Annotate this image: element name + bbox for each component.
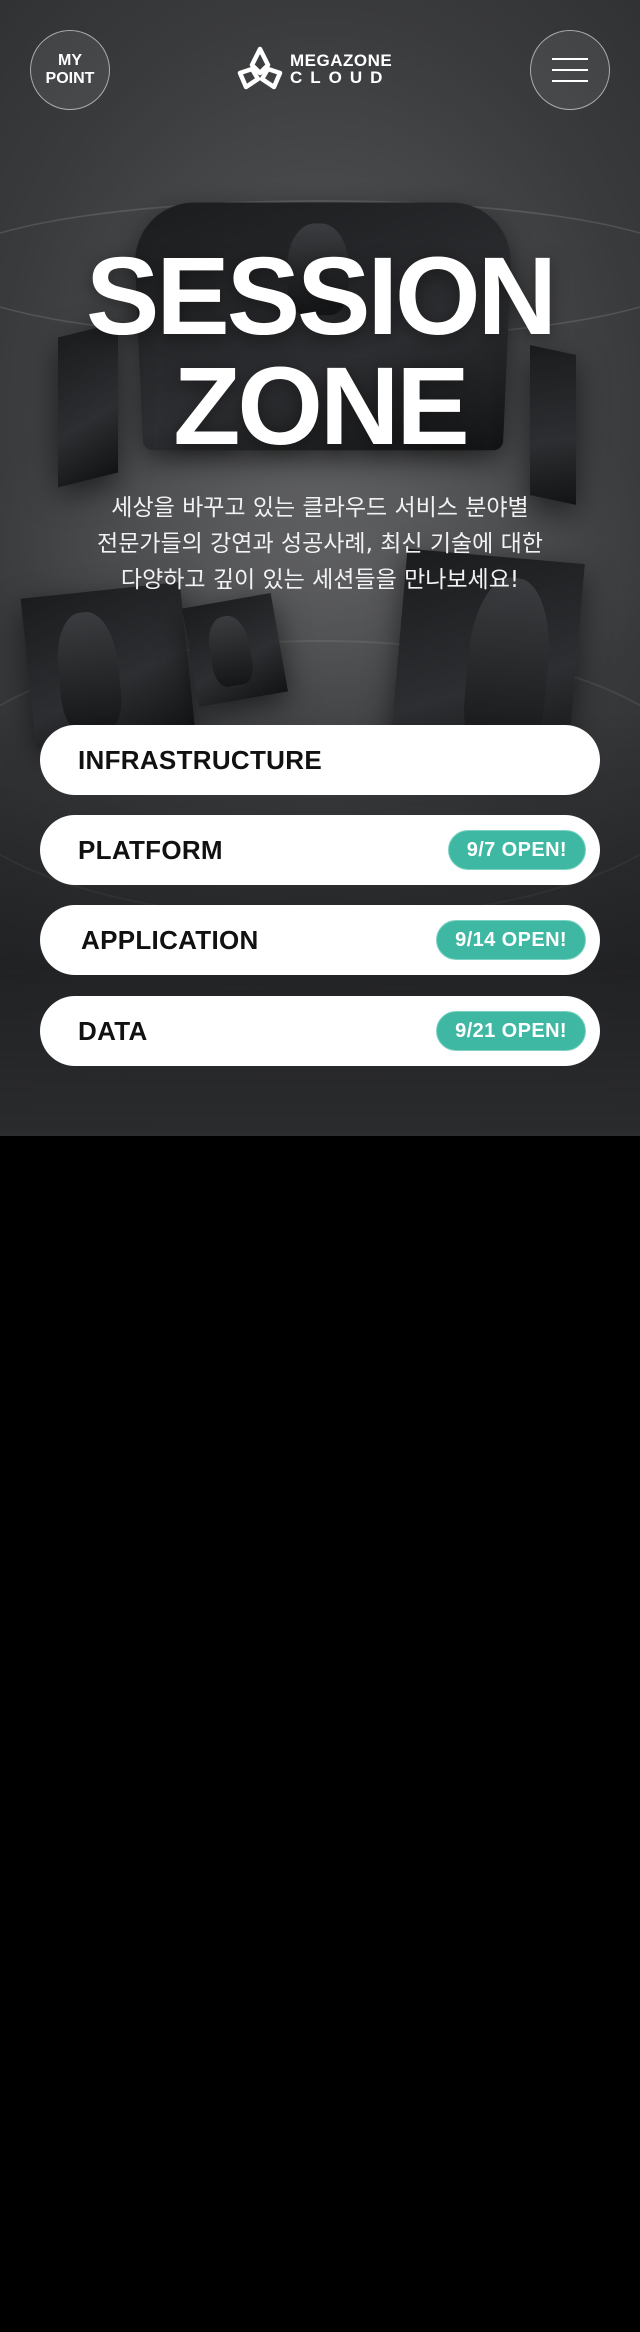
page-title-line1: SESSION: [85, 235, 557, 358]
hamburger-menu-icon: [552, 80, 588, 82]
video-screen-image: [182, 592, 288, 708]
hero-description-line: 다양하고 깊이 있는 세션들을 만나보세요!: [120, 567, 520, 593]
my-point-button[interactable]: MY POINT: [30, 30, 110, 110]
open-date-badge: 9/7 OPEN!: [447, 830, 586, 870]
hero-description: 세상을 바꾸고 있는 클라우드 서비스 분야별 전문가들의 강연과 성공사례, …: [60, 490, 580, 598]
hero-section: MY POINT MEGAZONE CLOUD SESSION ZONE 세상을…: [0, 0, 640, 1136]
session-platform-button[interactable]: PLATFORM 9/7 OPEN!: [40, 815, 600, 885]
session-infrastructure-button[interactable]: INFRASTRUCTURE: [40, 725, 600, 795]
my-point-label: POINT: [45, 70, 95, 87]
my-point-label: MY: [58, 52, 82, 69]
megazone-logo-icon: [237, 46, 283, 90]
session-label: DATA: [78, 1015, 148, 1046]
hero-description-line: 전문가들의 강연과 성공사례, 최신 기술에 대한: [97, 531, 543, 557]
hamburger-menu-icon: [552, 69, 588, 71]
session-label: INFRASTRUCTURE: [78, 744, 322, 775]
session-label: PLATFORM: [78, 834, 223, 865]
open-date-badge: 9/21 OPEN!: [436, 1011, 586, 1051]
session-label: APPLICATION: [81, 924, 259, 955]
page-title-line2: ZONE: [173, 345, 470, 468]
logo-text-megazone: MEGAZONE: [290, 51, 393, 70]
hamburger-menu-icon: [552, 58, 588, 60]
megazone-cloud-logo[interactable]: MEGAZONE CLOUD: [236, 44, 392, 94]
logo-text-cloud: CLOUD: [290, 68, 391, 87]
session-application-button[interactable]: APPLICATION 9/14 OPEN!: [40, 905, 600, 975]
empty-page-area: [0, 1136, 640, 2332]
hero-description-line: 세상을 바꾸고 있는 클라우드 서비스 분야별: [111, 495, 529, 521]
open-date-badge: 9/14 OPEN!: [436, 920, 586, 960]
hamburger-menu-button[interactable]: [530, 30, 610, 110]
session-data-button[interactable]: DATA 9/21 OPEN!: [40, 996, 600, 1066]
